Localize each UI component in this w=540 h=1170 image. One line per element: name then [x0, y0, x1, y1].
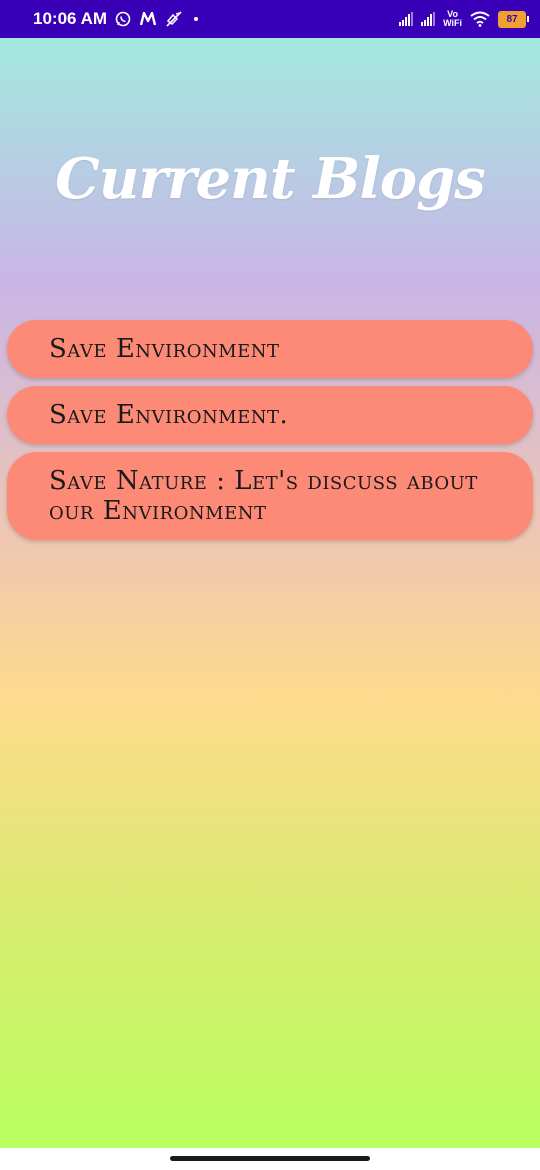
battery-icon: 87	[498, 10, 529, 28]
home-gesture-handle[interactable]	[170, 1156, 370, 1161]
mute-icon	[165, 11, 183, 27]
blog-card[interactable]: Save Environment	[7, 320, 533, 378]
signal-icon	[399, 12, 414, 26]
m-icon	[140, 12, 157, 26]
app-background: Current Blogs Save Environment Save Envi…	[0, 38, 540, 1148]
dot-icon	[192, 15, 200, 23]
page-title: Current Blogs	[55, 146, 486, 212]
status-notification-icons	[115, 11, 200, 27]
blog-card[interactable]: Save Nature : Let's discuss about our En…	[7, 452, 533, 540]
wifi-icon	[470, 11, 490, 27]
whatsapp-icon	[115, 11, 131, 27]
blog-title: Save Environment.	[49, 400, 289, 430]
battery-level: 87	[506, 13, 518, 25]
signal-icon	[421, 12, 436, 26]
blog-card[interactable]: Save Environment.	[7, 386, 533, 444]
blog-title: Save Nature : Let's discuss about our En…	[49, 466, 478, 526]
status-time: 10:06 AM	[33, 9, 108, 28]
blog-list: Save Environment Save Environment. Save …	[7, 320, 533, 548]
status-system-icons: Vo WiFi 87	[399, 9, 529, 28]
blog-title: Save Environment	[49, 334, 280, 364]
navigation-bar	[0, 1148, 540, 1170]
vowifi-icon: Vo WiFi	[443, 9, 462, 28]
status-bar: 10:06 AM Vo WiFi 87	[0, 0, 540, 38]
